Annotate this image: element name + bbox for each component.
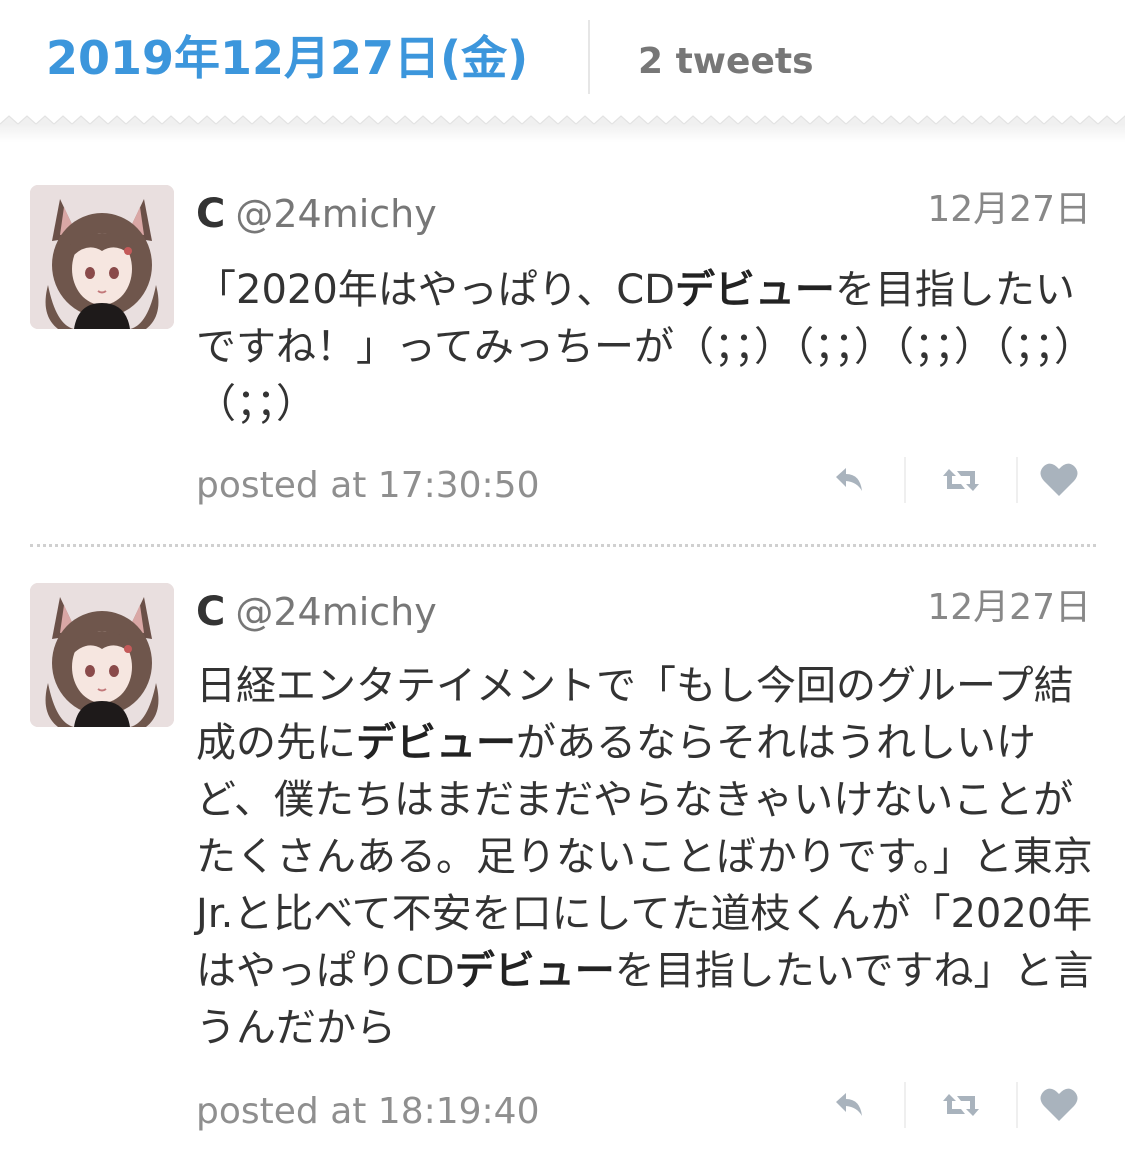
avatar-girl-icon <box>30 583 174 727</box>
reply-icon <box>836 468 862 491</box>
avatar[interactable] <box>30 185 174 329</box>
user-name[interactable]: C <box>196 589 225 635</box>
tweet-header: C @24michy <box>196 190 437 246</box>
retweet-icon <box>943 469 979 491</box>
action-separator <box>904 457 906 503</box>
reply-button[interactable] <box>824 1080 874 1130</box>
highlighted-keyword: デビュー <box>356 720 516 766</box>
tweet-date[interactable]: 12月27日 <box>927 584 1091 632</box>
tweet-header: C @24michy <box>196 588 437 644</box>
heart-icon <box>1040 463 1078 496</box>
tweet-text: 「2020年はやっぱり、CDデビューを目指したいですね！」ってみっちーが（；；）… <box>196 262 1101 433</box>
tweet-text-segment: 「2020年はやっぱり、CD <box>196 267 675 313</box>
tweet-count: 2 tweets <box>638 41 814 82</box>
tweet-text: 日経エンタテイメントで「もし今回のグループ結成の先にデビューがあるならそれはうれ… <box>196 658 1101 1057</box>
tweet-divider <box>30 544 1096 547</box>
user-name[interactable]: C <box>196 191 225 237</box>
action-separator <box>1016 457 1018 503</box>
user-handle[interactable]: @24michy <box>235 192 436 236</box>
day-header: 2019年12月27日(金) 2 tweets <box>0 0 1125 124</box>
avatar[interactable] <box>30 583 174 727</box>
avatar-girl-icon <box>30 185 174 329</box>
like-button[interactable] <box>1034 1080 1084 1130</box>
reply-icon <box>836 1093 862 1116</box>
action-separator <box>904 1082 906 1128</box>
zigzag-divider <box>0 112 1125 142</box>
retweet-icon <box>943 1094 979 1116</box>
action-separator <box>1016 1082 1018 1128</box>
highlighted-keyword: デビュー <box>454 948 615 994</box>
date-title[interactable]: 2019年12月27日(金) <box>46 26 528 90</box>
highlighted-keyword: デビュー <box>674 267 835 313</box>
header-divider <box>588 20 590 94</box>
user-handle[interactable]: @24michy <box>235 590 436 634</box>
retweet-button[interactable] <box>936 455 986 505</box>
heart-icon <box>1040 1088 1078 1121</box>
reply-button[interactable] <box>824 455 874 505</box>
retweet-button[interactable] <box>936 1080 986 1130</box>
posted-time[interactable]: posted at 18:19:40 <box>196 1088 540 1136</box>
like-button[interactable] <box>1034 455 1084 505</box>
tweet-date[interactable]: 12月27日 <box>927 186 1091 234</box>
posted-time[interactable]: posted at 17:30:50 <box>196 462 540 510</box>
